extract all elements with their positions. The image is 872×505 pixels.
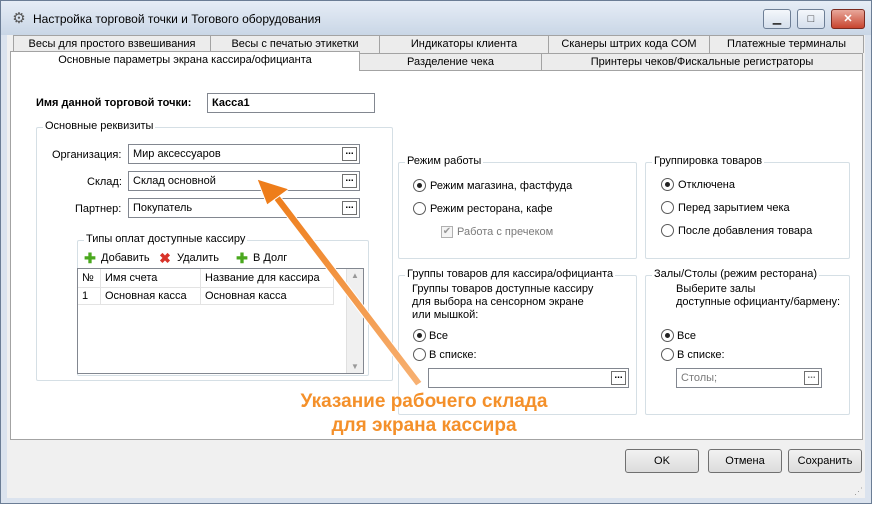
- halls-all-label: Все: [677, 330, 696, 342]
- tab-customer-display[interactable]: Индикаторы клиента: [379, 35, 549, 53]
- grid-divider: [78, 304, 334, 305]
- gear-icon: ⚙: [12, 10, 26, 27]
- product-groups-select-button[interactable]: ...: [611, 371, 626, 385]
- product-groups-desc-1: Группы товаров доступные кассиру: [412, 283, 594, 295]
- halls-desc-2: доступные официанту/бармену:: [676, 296, 841, 308]
- halls-list-radio[interactable]: [661, 348, 674, 361]
- mode-restaurant-radio[interactable]: [413, 202, 426, 215]
- grouping-off-label: Отключена: [678, 179, 735, 191]
- close-button[interactable]: ✕: [831, 9, 865, 29]
- tab-payment-terminals[interactable]: Платежные терминалы: [709, 35, 864, 53]
- title-bar: ⚙ Настройка торговой точки и Тогового об…: [1, 1, 871, 35]
- product-groups-list-radio[interactable]: [413, 348, 426, 361]
- column-header-account: Имя счета: [105, 272, 158, 284]
- org-field[interactable]: Мир аксессуаров ...: [128, 144, 360, 164]
- scroll-up-icon[interactable]: ▲: [351, 271, 359, 280]
- column-header-cashier-name: Название для кассира: [205, 272, 320, 284]
- product-groups-desc-2: для выбора на сенсорном экране: [412, 296, 584, 308]
- point-name-input[interactable]: Касса1: [207, 93, 375, 113]
- halls-all-radio[interactable]: [661, 329, 674, 342]
- mode-restaurant-label: Режим ресторана, кафе: [430, 203, 553, 215]
- ok-button[interactable]: OK: [625, 449, 699, 473]
- product-groups-desc-3: или мышкой:: [412, 309, 479, 321]
- product-groups-group-title: Группы товаров для кассира/официанта: [405, 268, 616, 280]
- window-title: Настройка торговой точки и Тогового обор…: [33, 12, 321, 26]
- requisites-group-title: Основные реквизиты: [43, 120, 156, 132]
- mode-group-title: Режим работы: [405, 155, 484, 167]
- payments-group-title: Типы оплат доступные кассиру: [84, 233, 248, 245]
- warehouse-value: Склад основной: [133, 175, 216, 187]
- halls-desc-1: Выберите залы: [676, 283, 756, 295]
- delete-icon[interactable]: ✖: [158, 251, 172, 265]
- warehouse-label: Склад:: [87, 176, 122, 188]
- org-value: Мир аксессуаров: [133, 148, 221, 160]
- add-icon[interactable]: ✚: [83, 251, 97, 265]
- partner-value: Покупатель: [133, 202, 193, 214]
- product-groups-all-label: Все: [429, 330, 448, 342]
- minimize-button[interactable]: ▁: [763, 9, 791, 29]
- settings-window: ⚙ Настройка торговой точки и Тогового об…: [0, 0, 872, 504]
- main-params-panel: Имя данной торговой точки: Касса1 Основн…: [10, 70, 863, 440]
- partner-field[interactable]: Покупатель ...: [128, 198, 360, 218]
- annotation-text: Указание рабочего склада для экрана касс…: [269, 390, 579, 438]
- grouping-before-close-label: Перед зарытием чека: [678, 202, 790, 214]
- product-groups-list-field[interactable]: ...: [428, 368, 629, 388]
- receipt-checkbox[interactable]: ✔: [441, 226, 453, 238]
- tab-main-params[interactable]: Основные параметры экрана кассира/официа…: [10, 51, 360, 71]
- row-cashier-name: Основная касса: [205, 290, 287, 302]
- halls-list-value: Столы;: [681, 372, 718, 384]
- row-account: Основная касса: [105, 290, 187, 302]
- halls-list-label: В списке:: [677, 349, 725, 361]
- scroll-down-icon[interactable]: ▼: [351, 362, 359, 371]
- annotation-line-1: Указание рабочего склада: [300, 391, 548, 412]
- halls-select-button[interactable]: ...: [804, 371, 819, 385]
- tab-receipt-split[interactable]: Разделение чека: [359, 53, 542, 71]
- mode-shop-label: Режим магазина, фастфуда: [430, 180, 573, 192]
- maximize-button[interactable]: □: [797, 9, 825, 29]
- credit-button[interactable]: В Долг: [253, 252, 287, 264]
- cancel-button[interactable]: Отмена: [708, 449, 782, 473]
- point-name-label: Имя данной торговой точки:: [36, 97, 192, 109]
- warehouse-field[interactable]: Склад основной ...: [128, 171, 360, 191]
- column-header-number: №: [82, 272, 94, 284]
- warehouse-select-button[interactable]: ...: [342, 174, 357, 188]
- delete-button[interactable]: Удалить: [177, 252, 219, 264]
- org-select-button[interactable]: ...: [342, 147, 357, 161]
- grouping-after-add-radio[interactable]: [661, 224, 674, 237]
- vertical-scrollbar[interactable]: ▲ ▼: [346, 269, 363, 373]
- halls-group-title: Залы/Столы (режим ресторана): [652, 268, 820, 280]
- tab-printers[interactable]: Принтеры чеков/Фискальные регистраторы: [541, 53, 863, 71]
- receipt-label: Работа с пречеком: [457, 226, 554, 238]
- grouping-after-add-label: После добавления товара: [678, 225, 813, 237]
- partner-label: Партнер:: [75, 203, 122, 215]
- org-label: Организация:: [52, 149, 122, 161]
- grouping-group-title: Группировка товаров: [652, 155, 765, 167]
- product-groups-list-label: В списке:: [429, 349, 477, 361]
- grouping-before-close-radio[interactable]: [661, 201, 674, 214]
- save-button[interactable]: Сохранить: [788, 449, 862, 473]
- partner-select-button[interactable]: ...: [342, 201, 357, 215]
- payments-table: № Имя счета Название для кассира 1 Основ…: [77, 268, 364, 374]
- halls-list-field[interactable]: Столы; ...: [676, 368, 822, 388]
- mode-shop-radio[interactable]: [413, 179, 426, 192]
- annotation-line-2: для экрана кассира: [331, 415, 517, 436]
- tab-com-scanners[interactable]: Сканеры штрих кода COM: [548, 35, 710, 53]
- row-number: 1: [82, 290, 89, 302]
- product-groups-all-radio[interactable]: [413, 329, 426, 342]
- add-button[interactable]: Добавить: [101, 252, 150, 264]
- table-row[interactable]: 1 Основная касса Основная касса: [78, 288, 334, 305]
- grouping-off-radio[interactable]: [661, 178, 674, 191]
- resize-grip-icon[interactable]: ⋰: [854, 486, 863, 497]
- credit-add-icon[interactable]: ✚: [235, 251, 249, 265]
